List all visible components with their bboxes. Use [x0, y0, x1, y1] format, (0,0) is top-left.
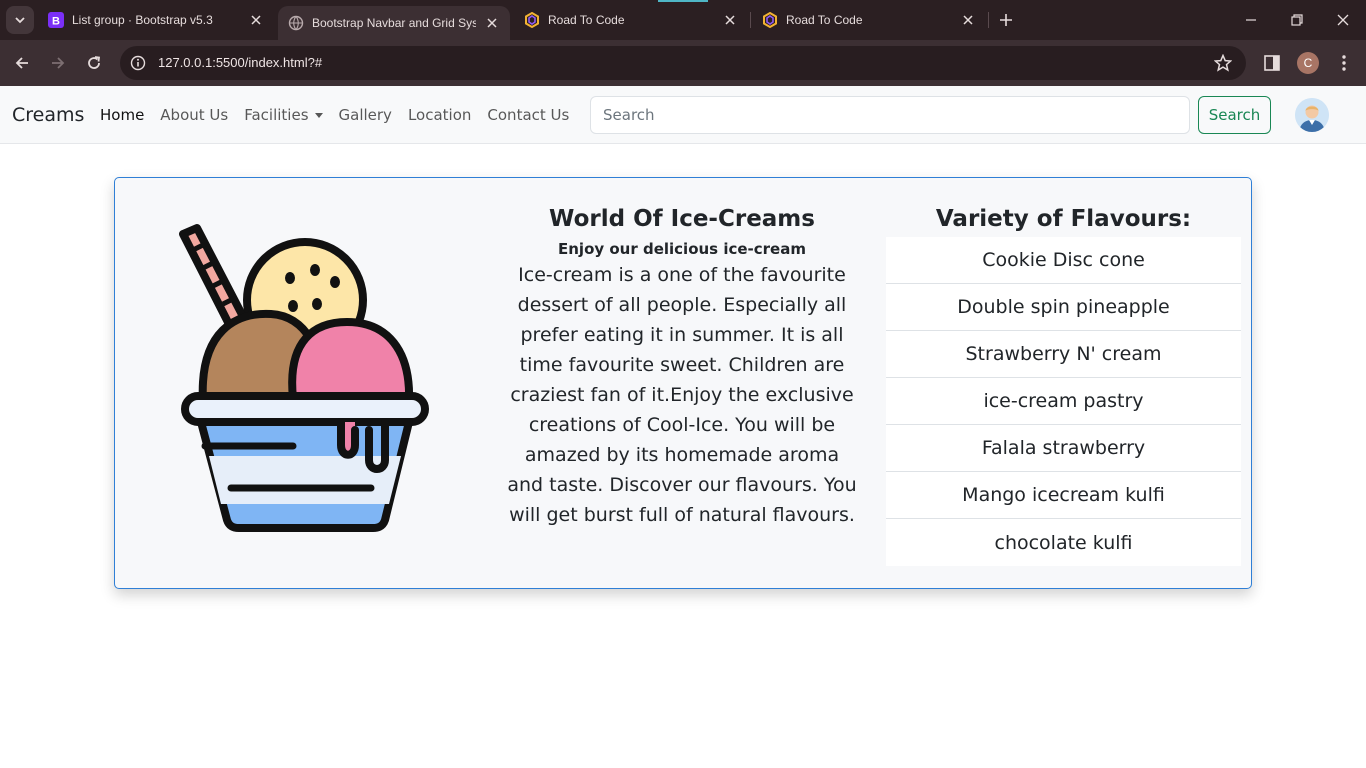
globe-icon: [288, 15, 304, 31]
description-column: World Of Ice-Creams Enjoy our delicious …: [507, 206, 857, 530]
reload-button[interactable]: [82, 51, 106, 75]
flavour-item: chocolate kulfi: [994, 531, 1133, 554]
nav-link-gallery[interactable]: Gallery: [331, 106, 400, 124]
navbar-brand[interactable]: Creams: [12, 104, 84, 126]
restore-button[interactable]: [1287, 10, 1307, 30]
user-avatar[interactable]: [1295, 98, 1329, 132]
tab-separator: [988, 12, 989, 28]
tab-separator: [750, 12, 751, 28]
tab-list-group[interactable]: B List group · Bootstrap v5.3: [38, 0, 274, 40]
flavour-item: ice-cream pastry: [886, 378, 1241, 425]
nav-link-about-us[interactable]: About Us: [152, 106, 236, 124]
card-description: Ice-cream is a one of the favourite dess…: [507, 264, 857, 526]
tab-search-button[interactable]: [6, 6, 34, 34]
close-icon[interactable]: [484, 15, 500, 31]
more-menu-icon[interactable]: [1334, 53, 1354, 73]
ice-cream-cup-illustration: [179, 224, 429, 532]
chevron-down-icon: [15, 17, 25, 24]
nav-links: Home About Us Facilities Gallery Locatio…: [92, 86, 577, 144]
browser-tab-strip: B List group · Bootstrap v5.3 Bootstrap …: [0, 0, 1366, 40]
back-arrow-icon: [15, 57, 28, 69]
road-to-code-icon: [763, 12, 777, 28]
tab-title: Road To Code: [548, 13, 625, 27]
tab-road-to-code-1[interactable]: Road To Code: [514, 0, 748, 40]
bookmark-star-icon[interactable]: [1214, 54, 1232, 72]
site-info-icon[interactable]: [128, 53, 148, 73]
flavour-item: Mango icecream kulfi: [886, 472, 1241, 519]
user-avatar-icon: [1295, 98, 1329, 132]
new-tab-button[interactable]: [996, 10, 1016, 30]
nav-link-home[interactable]: Home: [92, 106, 152, 124]
card-subtitle: Enjoy our delicious ice-cream: [558, 240, 806, 258]
cup-icon: [197, 418, 413, 532]
road-to-code-icon: [525, 12, 539, 28]
ice-cream-card: World Of Ice-Creams Enjoy our delicious …: [114, 177, 1252, 589]
close-icon[interactable]: [722, 12, 738, 28]
back-button[interactable]: [10, 51, 34, 75]
forward-arrow-icon: [52, 57, 65, 69]
tab-title: Road To Code: [786, 13, 863, 27]
tab-title: Bootstrap Navbar and Grid System: [312, 16, 476, 30]
tab-title: List group · Bootstrap v5.3: [72, 13, 213, 27]
nav-link-label: Facilities: [244, 106, 309, 124]
flavour-item: Strawberry N' cream: [886, 331, 1241, 378]
dropdown-caret-icon: [314, 113, 323, 118]
search-input[interactable]: [590, 96, 1190, 134]
flavour-item: Cookie Disc cone: [886, 237, 1241, 284]
reload-icon: [88, 56, 101, 69]
profile-avatar[interactable]: C: [1297, 52, 1319, 74]
card-title: World Of Ice-Creams: [549, 206, 815, 232]
close-icon[interactable]: [248, 12, 264, 28]
flavour-item: Double spin pineapple: [886, 284, 1241, 331]
site-navbar: Creams Home About Us Facilities Gallery …: [0, 86, 1366, 144]
close-window-button[interactable]: [1333, 10, 1353, 30]
bootstrap-icon: B: [48, 12, 64, 28]
url-text[interactable]: 127.0.0.1:5500/index.html?#: [158, 55, 322, 70]
tab-road-to-code-2[interactable]: Road To Code: [752, 0, 986, 40]
restore-icon: [1291, 14, 1303, 26]
flavour-item: Falala strawberry: [886, 425, 1241, 472]
browser-toolbar: 127.0.0.1:5500/index.html?# C: [0, 40, 1366, 86]
flavours-title: Variety of Flavours:: [935, 206, 1192, 232]
nav-link-location[interactable]: Location: [400, 106, 479, 124]
close-icon[interactable]: [960, 12, 976, 28]
tab-bootstrap-navbar[interactable]: Bootstrap Navbar and Grid System: [278, 6, 510, 40]
nav-link-facilities[interactable]: Facilities: [236, 106, 330, 124]
minimize-icon: [1246, 19, 1256, 21]
minimize-button[interactable]: [1241, 10, 1261, 30]
address-bar[interactable]: 127.0.0.1:5500/index.html?#: [120, 46, 1246, 80]
nav-link-contact-us[interactable]: Contact Us: [479, 106, 577, 124]
svg-text:B: B: [52, 16, 60, 28]
forward-button[interactable]: [46, 51, 70, 75]
plus-icon: [1000, 14, 1012, 26]
side-panel-icon[interactable]: [1262, 53, 1282, 73]
close-icon: [1337, 14, 1349, 26]
flavours-column: Variety of Flavours: Cookie Disc cone Do…: [886, 206, 1241, 566]
flavour-list: Cookie Disc cone Double spin pineapple S…: [886, 237, 1241, 566]
search-button[interactable]: Search: [1198, 96, 1271, 134]
